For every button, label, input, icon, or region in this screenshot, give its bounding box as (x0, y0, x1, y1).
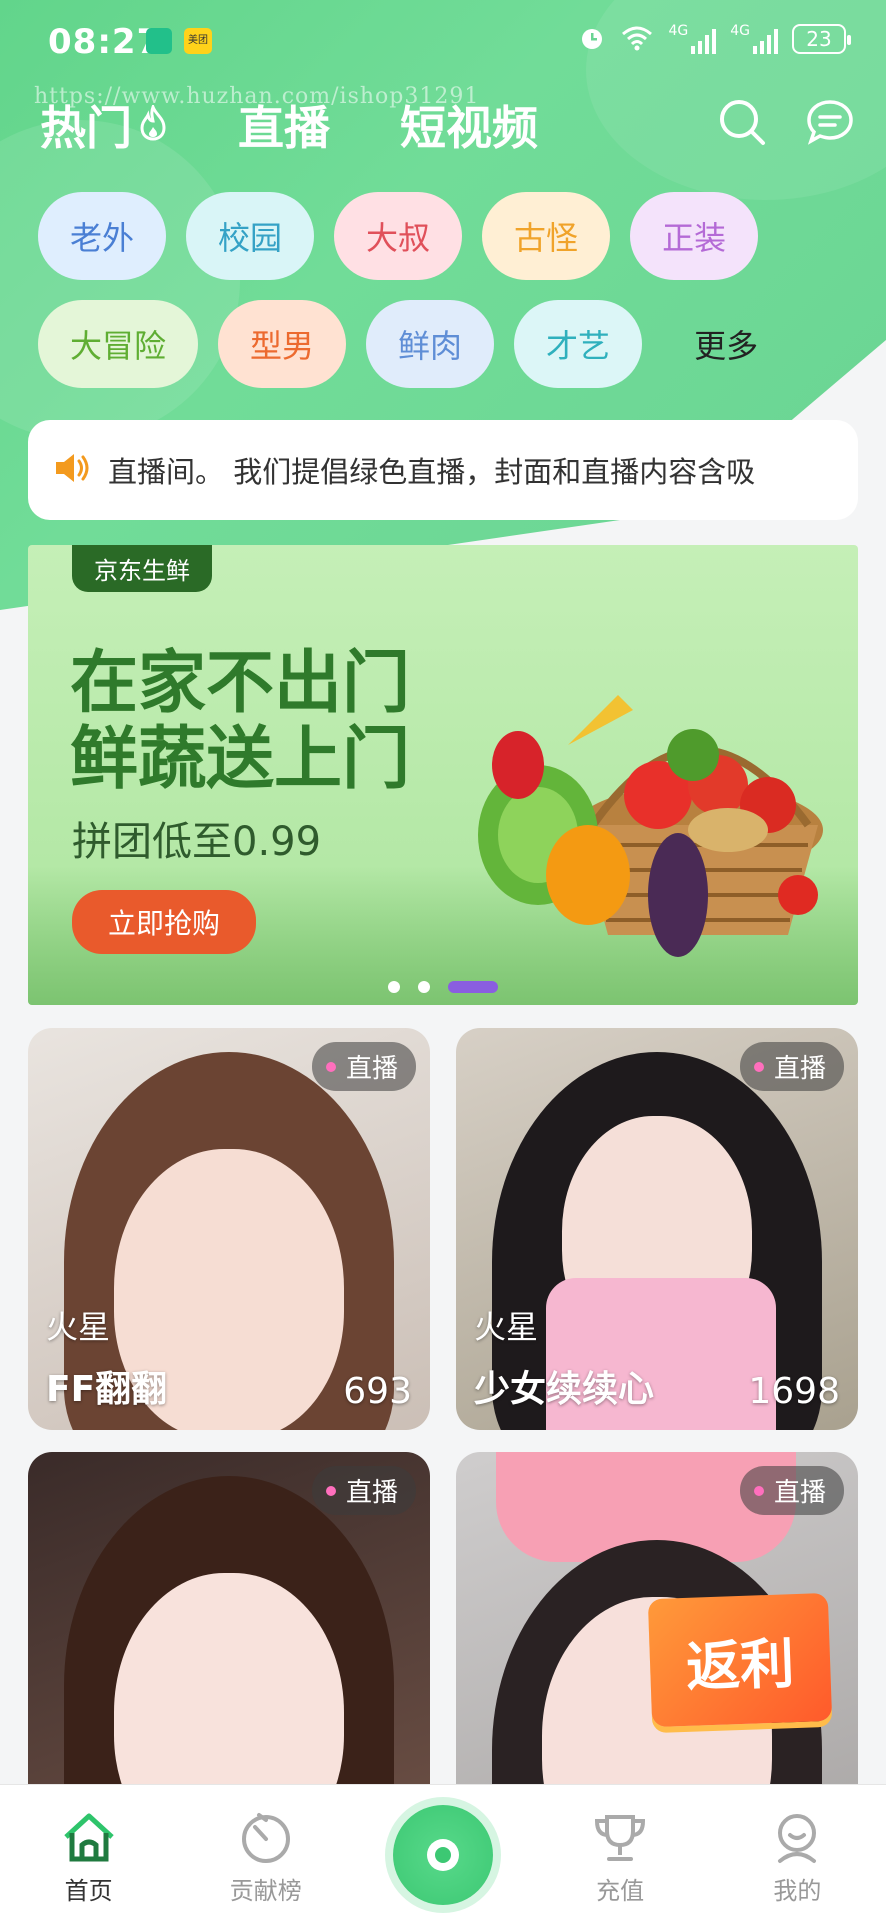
live-badge-label: 直播 (773, 1054, 826, 1084)
gauge-icon (241, 1813, 290, 1863)
hourglass-app-icon (146, 28, 172, 54)
banner-pagination (28, 981, 858, 993)
rebate-button[interactable]: 返利 (647, 1592, 833, 1728)
nav-home[interactable]: 首页 (14, 1811, 164, 1906)
nav-leaderboard-label: 贡献榜 (229, 1877, 302, 1905)
category-chip[interactable]: 大叔 (334, 192, 463, 280)
nav-profile[interactable]: 我的 (722, 1811, 872, 1906)
live-badge: 直播 (311, 1042, 416, 1091)
promo-banner[interactable]: 京东生鲜 在家不出门 鲜蔬送上门 拼团低至0.99 立即抢购 (28, 545, 858, 1005)
streamer-name: FF翻翻 (46, 1369, 168, 1410)
trophy-icon (595, 1815, 646, 1861)
banner-tag: 京东生鲜 (72, 545, 212, 592)
go-live-icon (427, 1839, 459, 1871)
category-chip[interactable]: 正装 (630, 192, 759, 280)
tab-live[interactable]: 直播 (238, 92, 330, 158)
wifi-icon (620, 24, 654, 54)
message-button[interactable] (804, 96, 856, 148)
status-time: 08:27 (48, 22, 162, 62)
category-chip[interactable]: 大冒险 (38, 300, 199, 388)
home-icon (63, 1813, 114, 1862)
live-badge-label: 直播 (345, 1478, 398, 1508)
live-badge: 直播 (311, 1466, 416, 1515)
banner-headline: 在家不出门 鲜蔬送上门 (70, 645, 410, 797)
search-icon (720, 100, 765, 145)
category-chip[interactable]: 型男 (218, 300, 347, 388)
meituan-app-icon: 美团 (184, 28, 212, 54)
network-type-label: 4G (668, 23, 689, 39)
chip-row: 老外 校园 大叔 古怪 正装 (38, 192, 858, 280)
chip-row: 大冒险 型男 鲜肉 才艺 更多 (38, 300, 858, 388)
signal-4g-icon-1: 4G (668, 23, 717, 54)
status-bar: 08:27 美团 4G 4G 23 (0, 0, 886, 84)
tab-hot-label: 热门 (40, 101, 132, 155)
live-stream-grid: 直播 火星 FF翻翻 693 直播 火星 少女续续心 1698 直播 火星 直播… (28, 1028, 858, 1854)
nav-profile-label: 我的 (773, 1877, 822, 1905)
live-badge-label: 直播 (345, 1054, 398, 1084)
banner-subline: 拼团低至0.99 (72, 819, 322, 865)
live-card[interactable]: 直播 火星 少女续续心 1698 (456, 1028, 858, 1430)
buy-now-button[interactable]: 立即抢购 (72, 890, 257, 954)
streamer-name: 少女续续心 (474, 1369, 655, 1410)
streamer-location: 火星 (46, 1308, 111, 1346)
live-dot (325, 1485, 336, 1496)
live-card[interactable]: 直播 火星 FF翻翻 693 (28, 1028, 430, 1430)
announcement-text: 直播间。 我们提倡绿色直播，封面和直播内容含吸 (108, 455, 756, 489)
announcement-bar[interactable]: 直播间。 我们提倡绿色直播，封面和直播内容含吸 (28, 420, 858, 520)
pagination-dot[interactable] (388, 981, 400, 993)
alarm-icon (578, 24, 606, 54)
signal-4g-icon-2: 4G (730, 24, 778, 54)
nav-leaderboard[interactable]: 贡献榜 (191, 1811, 341, 1906)
viewer-count: 1698 (748, 1371, 840, 1412)
more-categories-button[interactable]: 更多 (662, 300, 790, 388)
category-chip[interactable]: 老外 (38, 192, 167, 280)
fire-icon (138, 98, 168, 152)
viewer-count: 693 (343, 1371, 412, 1412)
live-badge: 直播 (739, 1042, 844, 1091)
speaker-icon (50, 448, 90, 492)
go-live-button[interactable] (393, 1805, 493, 1905)
tab-hot[interactable]: 热门 (40, 92, 168, 158)
nav-recharge-label: 充值 (596, 1877, 645, 1905)
category-chips: 老外 校园 大叔 古怪 正装 大冒险 型男 鲜肉 才艺 更多 (38, 192, 858, 408)
top-tabs: 热门 直播 短视频 (40, 92, 538, 158)
network-type-label: 4G (730, 23, 750, 39)
streamer-location: 火星 (474, 1308, 539, 1346)
nav-recharge[interactable]: 充值 (545, 1811, 695, 1906)
search-button[interactable] (716, 96, 768, 148)
live-badge-label: 直播 (773, 1478, 826, 1508)
pagination-dot[interactable] (418, 981, 430, 993)
live-dot (325, 1061, 336, 1072)
category-chip[interactable]: 鲜肉 (366, 300, 495, 388)
top-actions (716, 96, 856, 148)
category-chip[interactable]: 古怪 (482, 192, 611, 280)
live-badge: 直播 (739, 1466, 844, 1515)
pagination-dot-active[interactable] (448, 981, 498, 993)
profile-icon (778, 1814, 817, 1863)
banner-headline-line1: 在家不出门 (70, 643, 411, 723)
live-dot (753, 1061, 764, 1072)
category-chip[interactable]: 校园 (186, 192, 315, 280)
nav-home-label: 首页 (64, 1877, 113, 1905)
status-icons: 4G 4G 23 (578, 23, 851, 54)
tab-short-video[interactable]: 短视频 (400, 92, 538, 158)
category-chip[interactable]: 才艺 (514, 300, 643, 388)
banner-headline-line2: 鲜蔬送上门 (70, 719, 411, 799)
message-icon (807, 100, 853, 145)
vegetable-basket-illustration (478, 695, 823, 957)
live-dot (753, 1485, 764, 1496)
battery-indicator: 23 (792, 24, 851, 54)
